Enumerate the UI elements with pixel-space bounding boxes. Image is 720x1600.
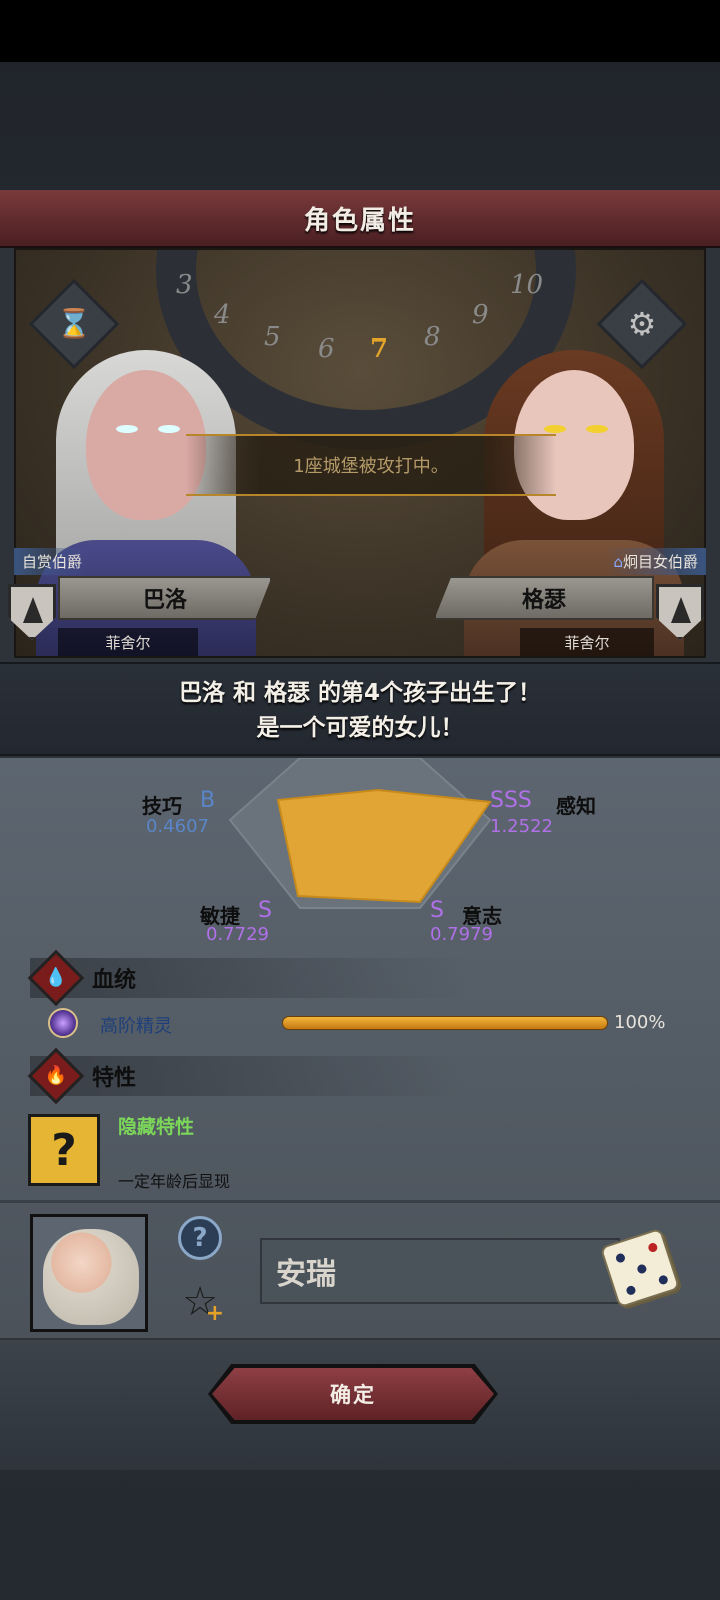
wheel-number: 4 xyxy=(214,300,231,330)
radar-shape xyxy=(276,788,492,904)
perception-grade: SSS xyxy=(490,788,532,813)
skill-label: 技巧 xyxy=(142,794,182,818)
favorite-add-button[interactable]: ☆ + xyxy=(176,1278,224,1326)
bloodline-name: 高阶精灵 xyxy=(100,1016,172,1037)
wheel-number-active: 7 xyxy=(370,334,389,364)
blood-drop-icon: 💧 xyxy=(27,949,85,1007)
flame-icon: 🔥 xyxy=(27,1047,85,1105)
birth-announcement: 巴洛 和 格瑟 的第4个孩子出生了！ 是一个可爱的女儿！ xyxy=(0,662,720,756)
announcement-line1: 巴洛 和 格瑟 的第4个孩子出生了！ xyxy=(178,680,542,706)
hidden-trait-name: 隐藏特性 xyxy=(118,1116,195,1138)
hidden-trait-icon[interactable]: ? xyxy=(28,1114,100,1186)
father-title: 自赏伯爵 xyxy=(14,548,91,575)
mother-name: 格瑟 xyxy=(434,576,654,620)
agility-grade: S xyxy=(258,898,272,923)
will-value: 0.7979 xyxy=(430,924,493,945)
bloodline-percent: 100% xyxy=(614,1012,666,1033)
baby-avatar xyxy=(43,1229,139,1325)
perception-value: 1.2522 xyxy=(490,816,553,837)
traits-header: 🔥 特性 xyxy=(27,1047,470,1105)
skill-value: 0.4607 xyxy=(146,816,209,837)
mother-house: 菲舍尔 xyxy=(520,628,654,656)
bloodline-section-title: 血统 xyxy=(92,968,137,993)
help-button[interactable]: ? xyxy=(178,1216,222,1260)
agility-value: 0.7729 xyxy=(206,924,269,945)
elf-orb-icon xyxy=(48,1008,78,1038)
wheel-number: 8 xyxy=(424,322,441,352)
hidden-trait-desc: 一定年龄后显现 xyxy=(118,1172,231,1191)
event-banner-text: 1座城堡被攻打中。 xyxy=(293,456,449,477)
traits-section-title: 特性 xyxy=(92,1066,137,1091)
will-grade: S xyxy=(430,898,444,923)
wheel-number: 9 xyxy=(472,300,489,330)
announcement-line2: 是一个可爱的女儿！ xyxy=(256,715,464,741)
mother-title-text: 炯目女伯爵 xyxy=(622,553,698,571)
screen: 角色属性 3 4 5 6 7 8 9 10 ⌛ ⚙ 1座城堡被攻打中。 自赏伯爵… xyxy=(0,0,720,1600)
child-name-field[interactable]: 安瑞 xyxy=(260,1238,620,1304)
perception-label: 感知 xyxy=(556,794,596,818)
wheel-number: 10 xyxy=(510,270,544,300)
child-portrait xyxy=(30,1214,148,1332)
bloodline-row: 高阶精灵 100% xyxy=(30,1008,690,1040)
bloodline-header: 💧 血统 xyxy=(27,949,470,1007)
wheel-number: 3 xyxy=(176,270,193,300)
confirm-button[interactable]: 确定 xyxy=(212,1368,494,1420)
dialog-title: 角色属性 xyxy=(303,205,416,236)
wheel-number: 6 xyxy=(318,334,335,364)
status-bar xyxy=(0,0,720,62)
dialog-title-bar: 角色属性 xyxy=(0,190,720,248)
divider xyxy=(0,1200,720,1203)
skill-grade: B xyxy=(200,788,216,813)
attribute-radar xyxy=(228,758,492,909)
mother-title: ⌂炯目女伯爵 xyxy=(605,548,706,575)
bloodline-bar xyxy=(282,1016,608,1030)
wheel-number: 5 xyxy=(264,322,281,352)
father-house: 菲舍尔 xyxy=(58,628,198,656)
event-banner: 1座城堡被攻打中。 xyxy=(186,434,556,496)
father-name: 巴洛 xyxy=(58,576,272,620)
